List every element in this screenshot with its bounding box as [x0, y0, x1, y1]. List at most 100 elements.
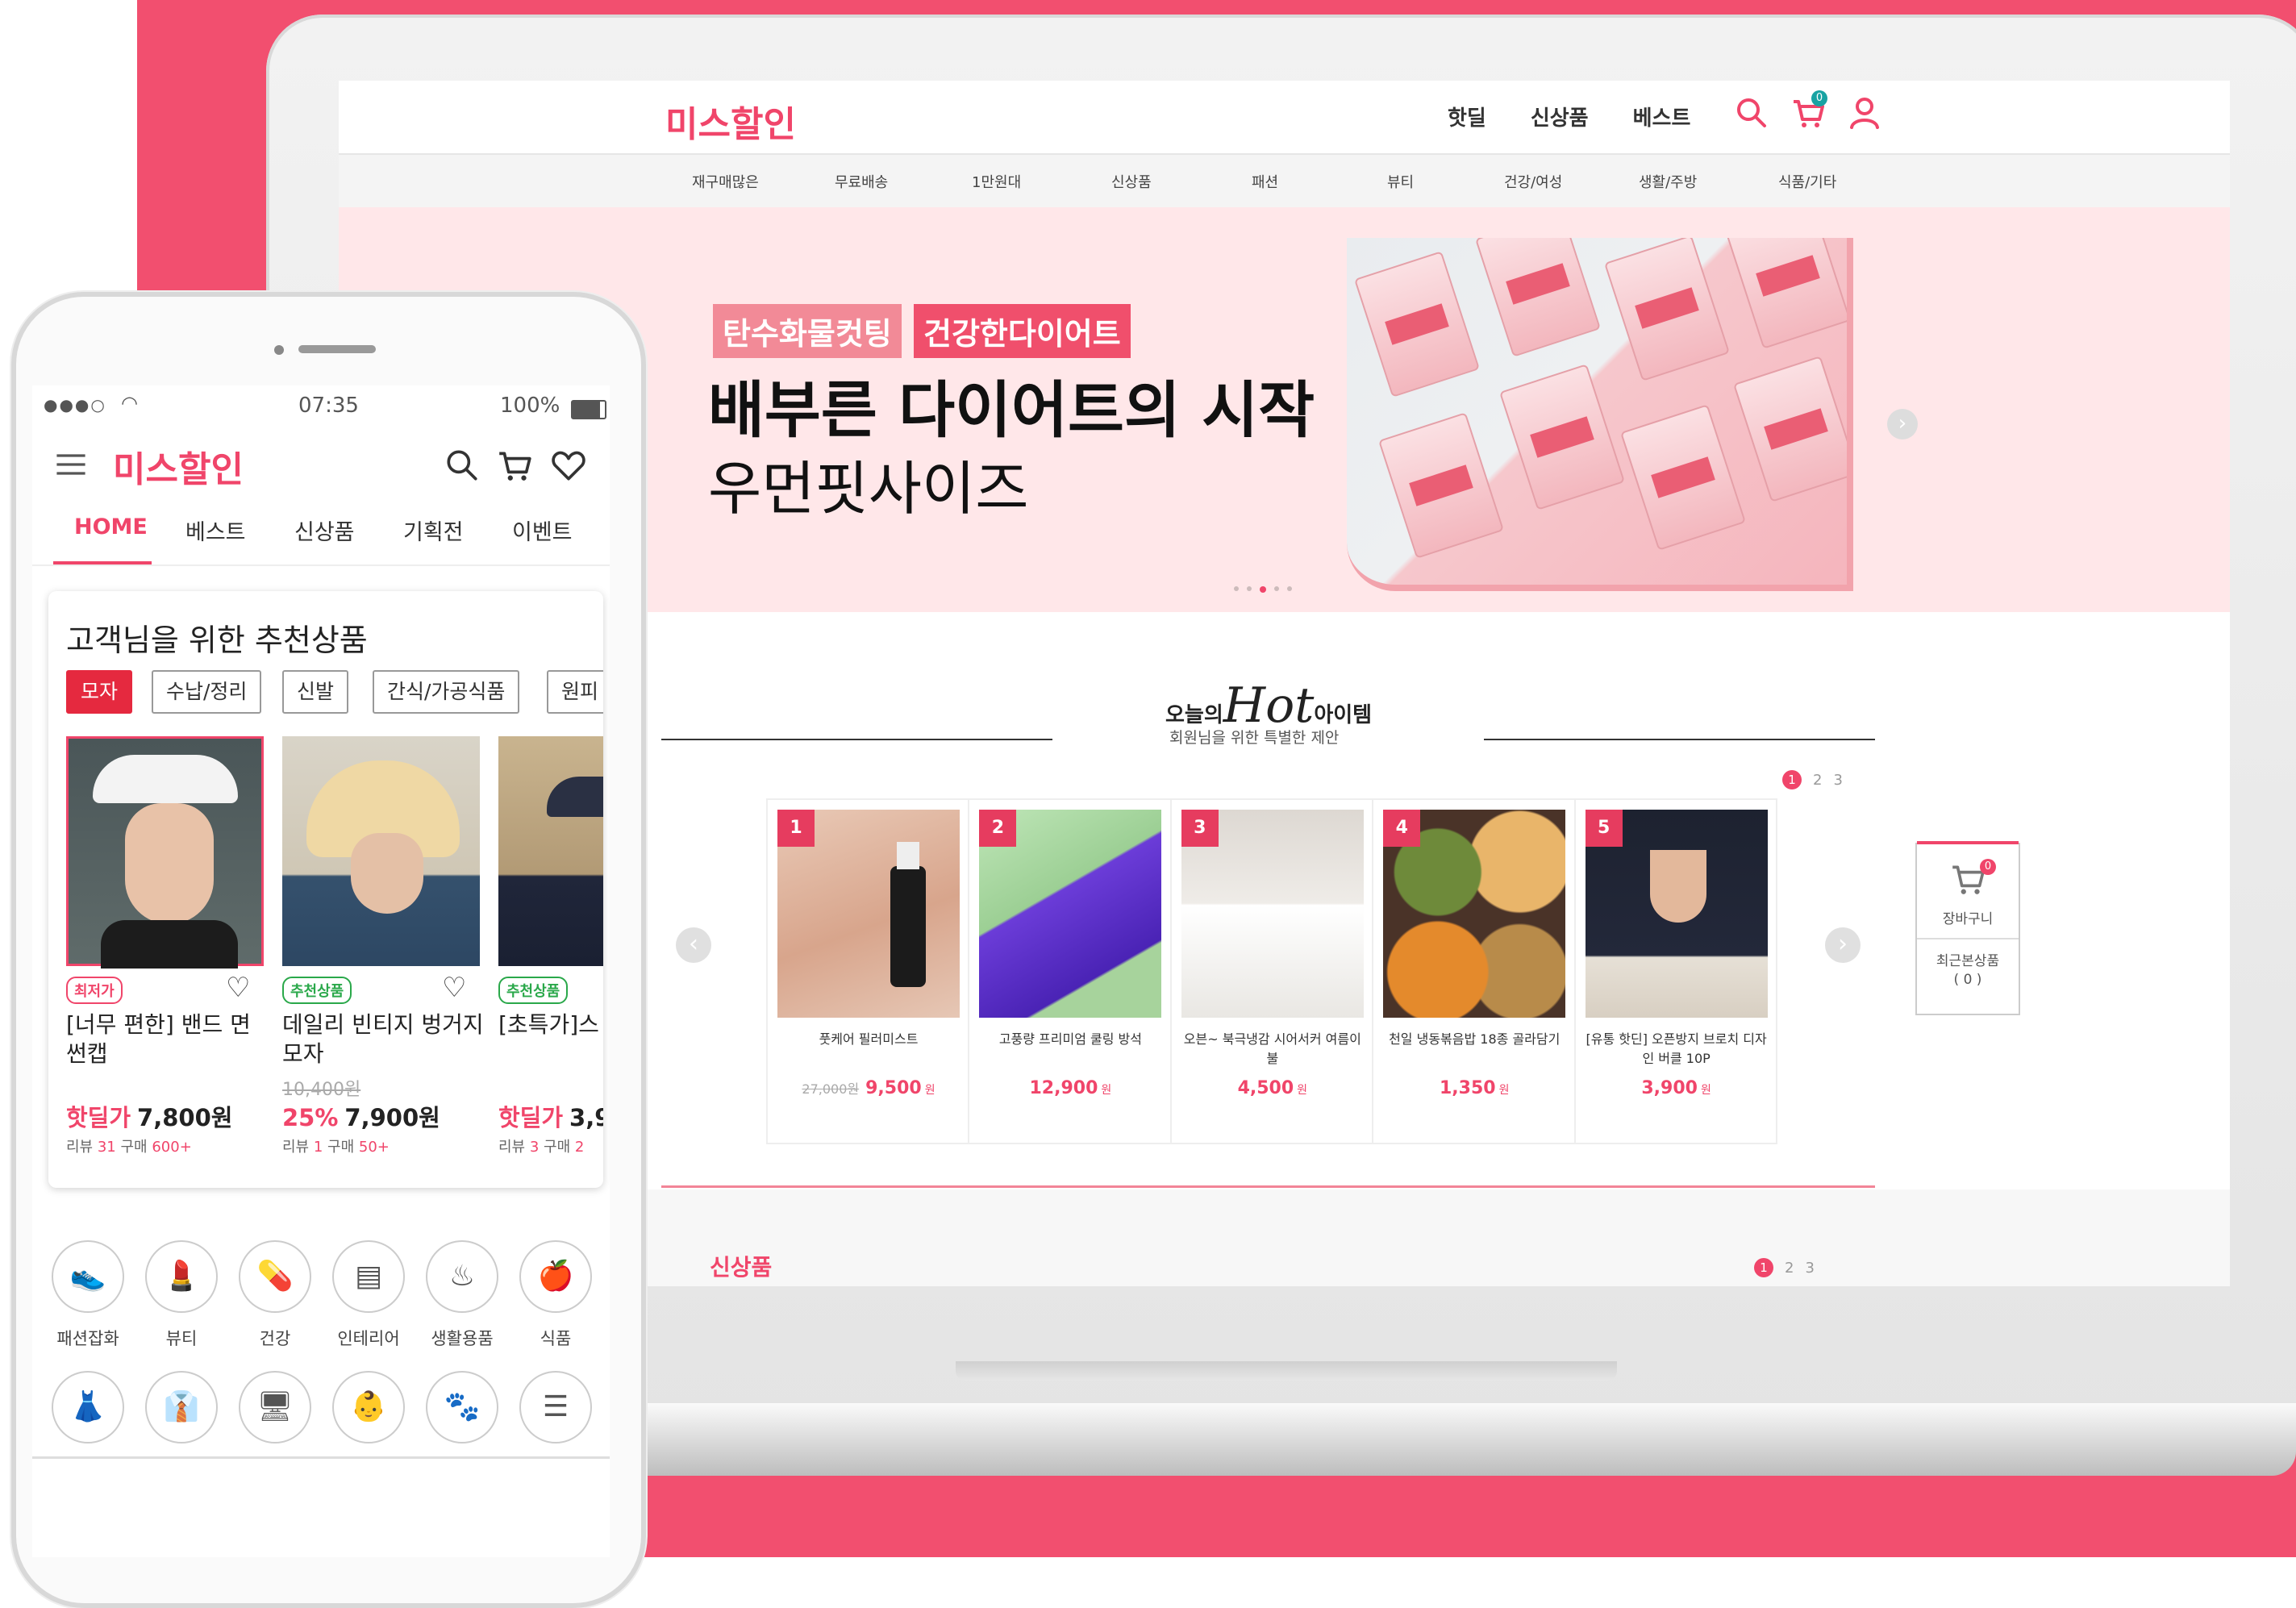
page-3[interactable]: 3 — [1805, 1260, 1814, 1277]
tab-new[interactable]: 신상품 — [294, 514, 355, 546]
product-name: 고풍량 프리미엄 쿨링 방석 — [998, 1031, 1142, 1047]
page-2[interactable]: 2 — [1785, 1260, 1794, 1277]
category-item[interactable]: 뷰티 — [1387, 171, 1414, 192]
baby-icon: 👶 — [332, 1371, 405, 1443]
category-clothing[interactable]: 👗 — [44, 1371, 132, 1443]
category-digital[interactable]: 🖥 — [231, 1371, 319, 1443]
wishlist-heart-icon[interactable]: ♡ — [226, 972, 250, 1004]
product-card[interactable]: 추천상품 [초특가]스 썬캡 남녀 핫딜가3,9 리뷰 3 구매 2 — [498, 736, 603, 1156]
product-price: 핫딜가 7,800원 — [66, 1099, 232, 1133]
category-kids[interactable]: 👶 — [324, 1371, 413, 1443]
category-fashion[interactable]: 👟 패션잡화 — [44, 1240, 132, 1350]
nav-hotdeal[interactable]: 핫딜 — [1448, 102, 1486, 131]
hot-prev-arrow[interactable]: ‹ — [676, 927, 711, 963]
hot-title-prefix: 오늘의 — [1165, 703, 1223, 727]
price-value: 7,900원 — [344, 1104, 440, 1131]
product-card[interactable]: 5 [유통 핫딘] 오픈방지 브로치 디자인 버클 10P 3,900 원 — [1576, 800, 1776, 1143]
banner-next-arrow[interactable]: › — [1887, 409, 1918, 439]
category-item[interactable]: 패션 — [1252, 171, 1278, 192]
nav-best[interactable]: 베스트 — [1633, 102, 1691, 131]
category-item[interactable]: 신상품 — [1111, 171, 1152, 192]
tab-event[interactable]: 이벤트 — [512, 514, 573, 546]
product-card[interactable]: 2 고풍량 프리미엄 쿨링 방석 12,900 원 — [969, 800, 1172, 1143]
page-1[interactable]: 1 — [1782, 770, 1802, 789]
page-3[interactable]: 3 — [1833, 772, 1842, 789]
product-card[interactable]: 최저가 ♡ [너무 편한] 밴드 면 썬캡 핫딜가 7,800원 리뷰 31 구매… — [66, 736, 264, 1156]
category-label: 패션잡화 — [56, 1329, 119, 1348]
original-price: 10,400원 — [282, 1080, 361, 1100]
wifi-icon: ◠ — [121, 392, 138, 414]
banner-badge-diet: 건강한다이어트 — [914, 304, 1131, 358]
product-price: 4,500 원 — [1172, 1078, 1373, 1098]
category-food[interactable]: 🍎 식품 — [511, 1240, 600, 1350]
hot-next-arrow[interactable]: › — [1825, 927, 1861, 963]
page-1[interactable]: 1 — [1754, 1258, 1773, 1277]
product-box — [1732, 356, 1847, 502]
price-unit: 원 — [1498, 1084, 1510, 1097]
tab-home[interactable]: HOME — [74, 514, 148, 539]
pagination-dot[interactable] — [1247, 586, 1252, 591]
chip-storage[interactable]: 수납/정리 — [152, 670, 262, 714]
product-card[interactable]: 3 오븐~ 북극냉감 시어서커 여름이불 4,500 원 — [1172, 800, 1374, 1143]
product-card[interactable]: 1 풋케어 필러미스트 27,000원 9,500 원 — [768, 800, 970, 1143]
product-name: 천일 냉동볶음밥 18종 골라담기 — [1389, 1031, 1561, 1047]
category-item[interactable]: 식품/기타 — [1778, 171, 1836, 192]
product-card[interactable]: 추천상품 ♡ 데일리 빈티지 벙거지모자 10,400원 25% 7,900원 리… — [282, 736, 484, 1156]
cart-icon[interactable] — [496, 447, 533, 484]
tab-promotion[interactable]: 기획전 — [403, 514, 464, 546]
new-section-title[interactable]: 신상품 — [710, 1250, 772, 1282]
chip-hat[interactable]: 모자 — [66, 670, 133, 714]
product-name: [너무 편한] 밴드 면 썬캡 — [66, 1011, 251, 1067]
category-living[interactable]: ♨ 생활용품 — [418, 1240, 506, 1350]
rank-badge: 3 — [1181, 810, 1219, 847]
cart-button[interactable]: 0 — [1790, 90, 1827, 134]
section-divider — [661, 1185, 1875, 1188]
product-card[interactable]: 4 천일 냉동볶음밥 18종 골라담기 1,350 원 — [1373, 800, 1576, 1143]
chip-snacks[interactable]: 간식/가공식품 — [373, 670, 520, 714]
desktop-logo[interactable]: 미스할인 — [665, 95, 796, 147]
heart-icon[interactable] — [550, 447, 587, 484]
hamburger-menu-icon[interactable] — [53, 447, 89, 482]
product-name: [초특가]스 썬캡 남녀 — [498, 1011, 603, 1038]
category-label: 생활용품 — [431, 1329, 494, 1348]
banner-title: 배부른 다이어트의 시작 — [708, 374, 1315, 446]
wishlist-heart-icon[interactable]: ♡ — [442, 972, 466, 1004]
tab-best[interactable]: 베스트 — [185, 514, 246, 546]
category-item[interactable]: 재구매많은 — [692, 171, 759, 192]
floating-cart-widget[interactable]: 0 장바구니 최근본상품 ( 0 ) — [1915, 841, 2020, 1015]
category-item[interactable]: 생활/주방 — [1639, 171, 1697, 192]
category-interior[interactable]: ▤ 인테리어 — [324, 1240, 413, 1350]
category-item[interactable]: 1만원대 — [972, 171, 1021, 192]
widget-recent-label[interactable]: 최근본상품 — [1917, 949, 2019, 969]
category-item[interactable]: 건강/여성 — [1504, 171, 1562, 192]
chip-dress[interactable]: 원피 — [547, 670, 603, 714]
shirt-icon: 👔 — [145, 1371, 218, 1443]
category-more[interactable]: ☰ — [511, 1371, 600, 1443]
mobile-logo[interactable]: 미스할인 — [113, 440, 244, 492]
user-icon[interactable] — [1847, 95, 1882, 131]
pagination-dot[interactable] — [1234, 586, 1239, 591]
category-health[interactable]: 💊 건강 — [231, 1240, 319, 1350]
recommendation-title: 고객님을 위한 추천상품 — [66, 623, 368, 658]
nav-new[interactable]: 신상품 — [1531, 102, 1589, 131]
product-price: 1,350 원 — [1373, 1078, 1575, 1098]
category-menswear[interactable]: 👔 — [137, 1371, 226, 1443]
discount-rate: 25% — [282, 1104, 339, 1131]
review-label: 리뷰 — [498, 1139, 526, 1156]
pagination-dot-active[interactable] — [1260, 586, 1266, 593]
search-icon[interactable] — [1734, 95, 1769, 131]
category-label: 건강 — [259, 1329, 291, 1348]
pagination-dot[interactable] — [1274, 586, 1279, 591]
category-beauty[interactable]: 💄 뷰티 — [137, 1240, 226, 1350]
category-pet[interactable]: 🐾 — [418, 1371, 506, 1443]
divider — [1484, 739, 1875, 740]
cosmetics-icon: 💄 — [145, 1240, 218, 1313]
widget-recent-count: ( 0 ) — [1953, 972, 1982, 988]
search-icon[interactable] — [444, 447, 481, 484]
page-2[interactable]: 2 — [1813, 772, 1822, 789]
category-item[interactable]: 무료배송 — [835, 171, 888, 192]
product-tag: 최저가 — [66, 977, 123, 1004]
chip-shoes[interactable]: 신발 — [282, 670, 349, 714]
category-label: 식품 — [540, 1329, 572, 1348]
pagination-dot[interactable] — [1287, 586, 1292, 591]
